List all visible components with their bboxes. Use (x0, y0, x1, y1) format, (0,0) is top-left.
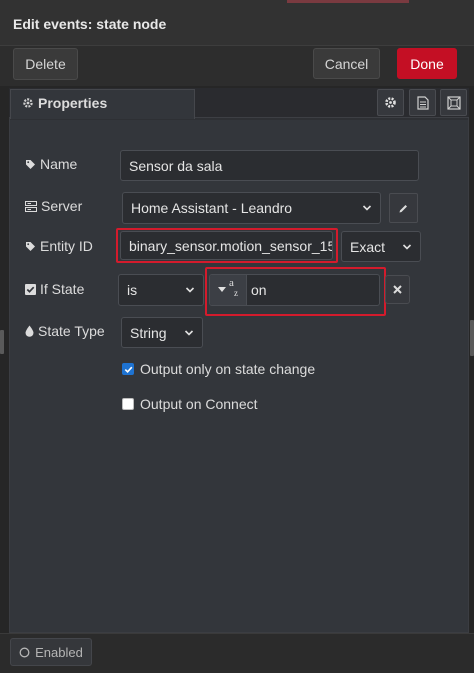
output-on-connect-option[interactable]: Output on Connect (122, 396, 258, 412)
chevron-down-icon (185, 287, 195, 293)
gear-icon (23, 98, 33, 108)
appearance-tab-button[interactable] (440, 89, 467, 116)
server-select-value: Home Assistant - Leandro (131, 200, 293, 216)
server-select[interactable]: Home Assistant - Leandro (122, 192, 381, 224)
output-on-connect-label: Output on Connect (140, 396, 258, 412)
chevron-down-icon (402, 243, 412, 250)
name-label: Name (25, 156, 77, 172)
server-icon (25, 200, 37, 212)
edit-server-button[interactable] (389, 193, 418, 223)
tag-icon (26, 241, 35, 251)
node-settings-tab-button[interactable] (377, 89, 404, 116)
gear-icon (385, 97, 396, 108)
chevron-down-icon (362, 205, 372, 211)
output-only-on-change-option[interactable]: Output only on state change (122, 361, 315, 377)
clear-if-state-button[interactable] (385, 275, 410, 304)
dialog-title: Edit events: state node (13, 16, 167, 32)
properties-text: Properties (38, 95, 108, 111)
server-label: Server (25, 198, 82, 214)
appearance-icon (446, 95, 461, 110)
state-type-select[interactable]: String (121, 317, 203, 348)
left-resize-handle[interactable] (0, 330, 4, 354)
close-icon (393, 285, 402, 294)
entity-match-select[interactable]: Exact (341, 231, 421, 262)
chevron-down-icon (184, 329, 194, 336)
top-accent-bar (287, 0, 409, 3)
checkbox-checked-icon (25, 283, 36, 295)
tag-icon (26, 159, 35, 169)
cancel-button[interactable]: Cancel (313, 48, 380, 79)
output-only-on-change-label: Output only on state change (140, 361, 316, 377)
if-state-highlight-box (205, 267, 386, 316)
output-on-connect-checkbox[interactable] (122, 398, 134, 410)
if-state-operator-value: is (127, 282, 138, 298)
name-input[interactable]: Sensor da sala (120, 150, 419, 181)
pencil-icon (399, 204, 407, 212)
file-text-icon (416, 95, 429, 110)
enabled-label: Enabled (35, 644, 83, 660)
state-type-value: String (130, 324, 167, 341)
check-icon (124, 366, 132, 373)
delete-button[interactable]: Delete (13, 48, 78, 80)
tint-icon (25, 325, 34, 337)
right-resize-handle[interactable] (470, 320, 474, 356)
description-tab-button[interactable] (409, 89, 436, 116)
entity-id-input[interactable]: binary_sensor.motion_sensor_158 (120, 231, 333, 260)
entity-match-value: Exact (350, 238, 386, 255)
if-state-operator-select[interactable]: is (118, 274, 204, 306)
enabled-toggle-button[interactable]: Enabled (10, 638, 92, 666)
if-state-label: If State (25, 281, 84, 297)
circle-icon (19, 647, 30, 657)
output-only-on-change-checkbox[interactable] (122, 363, 134, 375)
state-type-label: State Type (25, 323, 105, 339)
done-button[interactable]: Done (397, 48, 457, 79)
tab-properties-label: Properties (22, 95, 107, 111)
entity-id-label: Entity ID (25, 238, 93, 254)
